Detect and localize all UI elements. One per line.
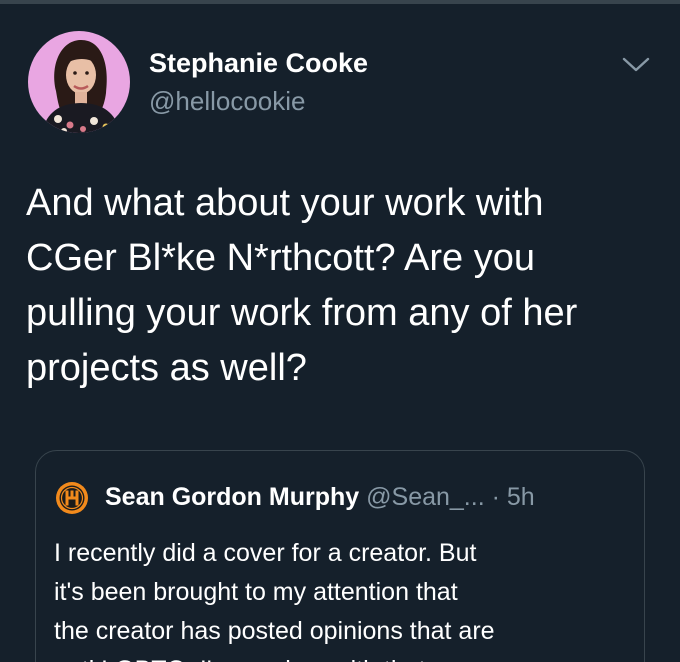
tweet-text: And what about your work with CGer Bl*ke… [26, 176, 666, 396]
quoted-tweet-header: Sean Gordon Murphy @Sean_... · 5h [105, 481, 535, 513]
quoted-text-line: it's been brought to my attention that [54, 578, 458, 606]
author-name[interactable]: Stephanie Cooke [149, 46, 368, 80]
tweet-text-line: And what about your work with [26, 182, 544, 224]
author-handle[interactable]: @hellocookie [149, 85, 305, 117]
top-divider [0, 0, 680, 4]
quoted-author-name[interactable]: Sean Gordon Murphy [105, 483, 359, 511]
quoted-tweet-text: I recently did a cover for a creator. Bu… [54, 534, 644, 662]
quoted-text-line: the creator has posted opinions that are [54, 617, 495, 645]
header-separator: · [491, 483, 500, 511]
tweet-text-line: CGer Bl*ke N*rthcott? Are you [26, 237, 535, 279]
tweet-text-line: projects as well? [26, 347, 307, 389]
quoted-text-line: I recently did a cover for a creator. Bu… [54, 539, 477, 567]
chevron-down-icon[interactable] [620, 52, 652, 76]
quoted-tweet-card[interactable]: Sean Gordon Murphy @Sean_... · 5h I rece… [35, 450, 645, 662]
sgm-logo-icon[interactable] [55, 481, 89, 515]
profile-photo-icon [28, 31, 130, 133]
quoted-tweet-time[interactable]: 5h [507, 483, 535, 511]
quoted-author-handle[interactable]: @Sean_... [366, 483, 485, 511]
author-avatar[interactable] [28, 31, 130, 133]
tweet-text-line: pulling your work from any of her [26, 292, 578, 334]
tweet-screen: Stephanie Cooke @hellocookie And what ab… [0, 0, 680, 662]
quoted-text-line: anti LGBTQ. I've spoken with that [54, 651, 644, 662]
